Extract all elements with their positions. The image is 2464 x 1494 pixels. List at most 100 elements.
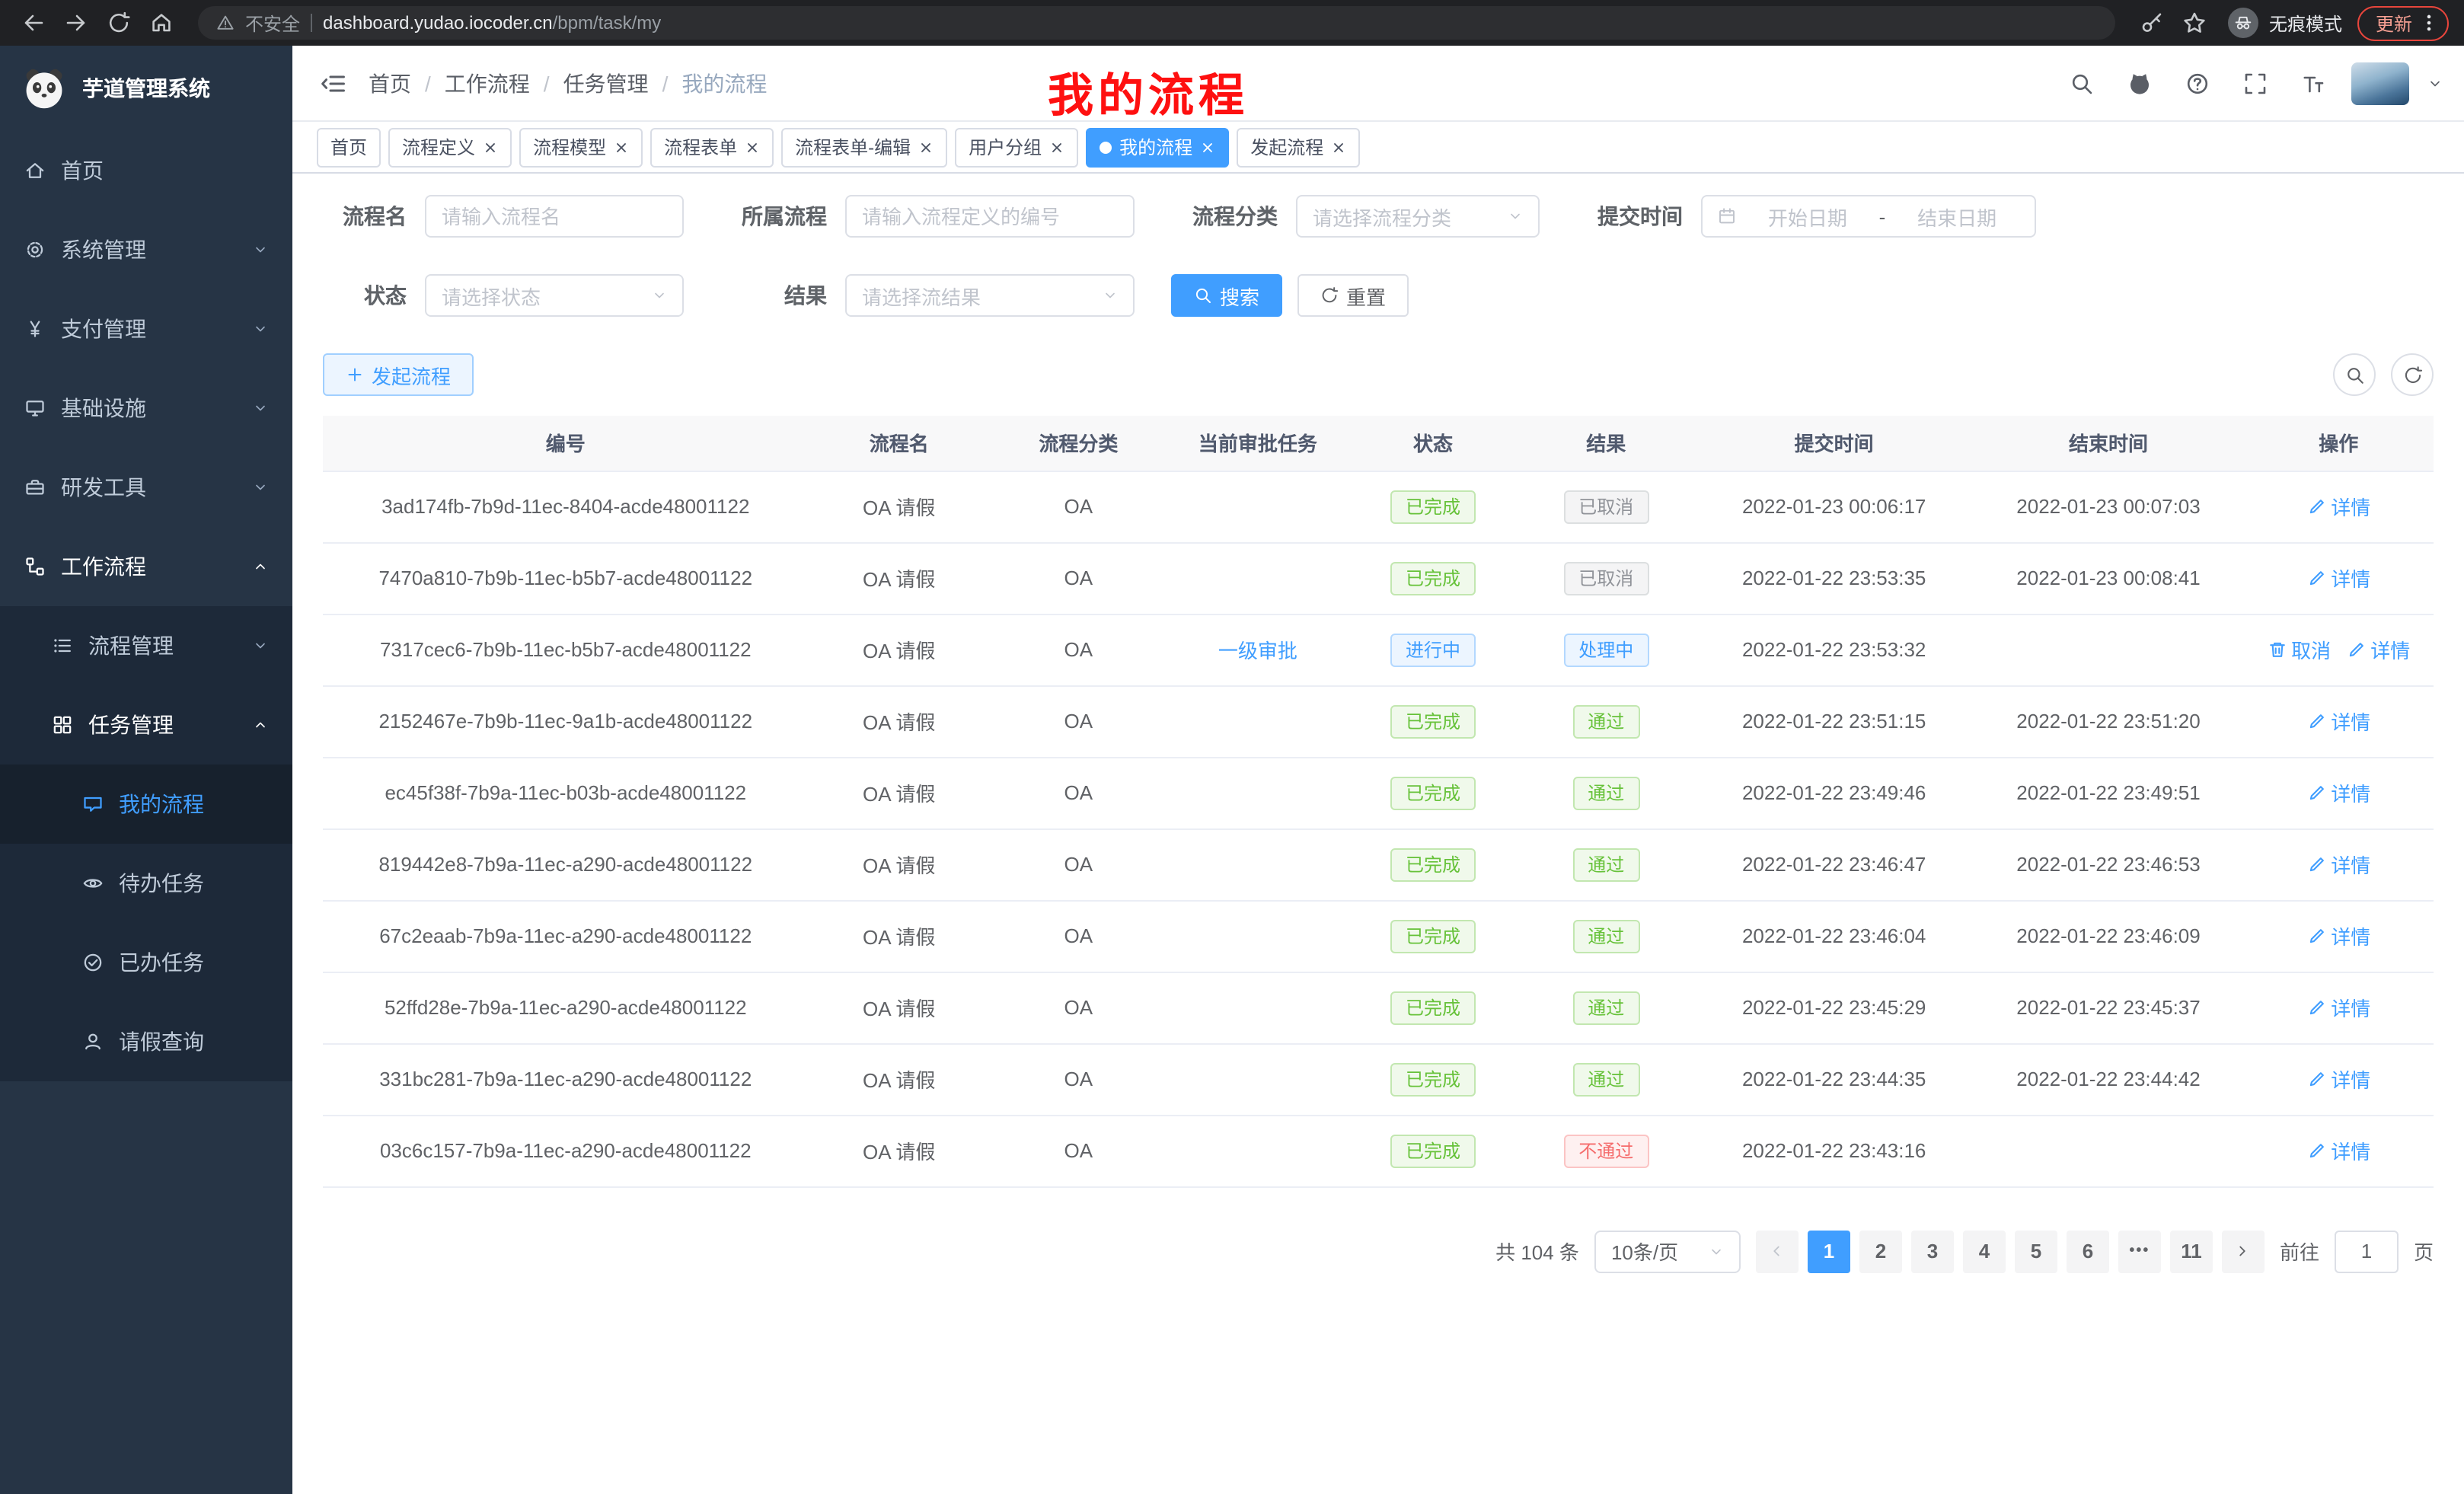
- cell-task: [1167, 1115, 1348, 1186]
- address-bar[interactable]: 不安全 dashboard.yudao.iocoder.cn/bpm/task/…: [198, 6, 2115, 40]
- result-select[interactable]: 请选择流结果: [845, 274, 1135, 317]
- browser-menu-icon[interactable]: [2418, 12, 2440, 34]
- status-placeholder: 请选择状态: [442, 281, 541, 310]
- sidebar-item-system[interactable]: 系统管理: [0, 210, 292, 289]
- chevron-up-icon: [253, 717, 268, 733]
- sidebar-toggle-button[interactable]: [314, 63, 353, 103]
- current-task-link[interactable]: 一级审批: [1218, 635, 1297, 664]
- tab-process-definition[interactable]: 流程定义: [388, 127, 512, 167]
- font-size-button[interactable]: [2293, 63, 2333, 103]
- sidebar-item-payment[interactable]: 支付管理: [0, 289, 292, 369]
- sidebar-item-my-process[interactable]: 我的流程: [0, 765, 292, 844]
- tab-user-group[interactable]: 用户分组: [955, 127, 1078, 167]
- page-button-1[interactable]: 1: [1808, 1230, 1850, 1272]
- close-icon[interactable]: [918, 139, 934, 155]
- breadcrumb-item[interactable]: 工作流程: [445, 68, 530, 98]
- cell-id: ec45f38f-7b9a-11ec-b03b-acde48001122: [323, 757, 809, 828]
- fullscreen-button[interactable]: [2236, 63, 2275, 103]
- reset-button[interactable]: 重置: [1297, 274, 1409, 317]
- cancel-button[interactable]: 取消: [2267, 635, 2331, 664]
- detail-button[interactable]: 详情: [2306, 778, 2370, 807]
- home-icon: [24, 160, 46, 181]
- status-select[interactable]: 请选择状态: [425, 274, 684, 317]
- close-icon[interactable]: [614, 139, 629, 155]
- sidebar-item-infrastructure[interactable]: 基础设施: [0, 369, 292, 448]
- detail-button[interactable]: 详情: [2306, 1065, 2370, 1093]
- detail-button[interactable]: 详情: [2306, 993, 2370, 1022]
- sidebar-item-home[interactable]: 首页: [0, 131, 292, 210]
- detail-button[interactable]: 详情: [2306, 1136, 2370, 1165]
- create-process-button[interactable]: 发起流程: [323, 353, 474, 396]
- sidebar-item-workflow[interactable]: 工作流程: [0, 527, 292, 606]
- pagination: 共 104 条 10条/页 123456•••11 前往 页: [323, 1230, 2434, 1272]
- page-button-4[interactable]: 4: [1963, 1230, 2006, 1272]
- tab-process-form-edit[interactable]: 流程表单-编辑: [781, 127, 947, 167]
- category-select[interactable]: 请选择流程分类: [1296, 195, 1540, 238]
- app-logo[interactable]: 芋道管理系统: [0, 46, 292, 131]
- close-icon[interactable]: [483, 139, 498, 155]
- cell-end-time: 2022-01-22 23:46:53: [1974, 828, 2244, 900]
- detail-button[interactable]: 详情: [2306, 707, 2370, 736]
- close-icon[interactable]: [1331, 139, 1346, 155]
- process-definition-input[interactable]: [845, 195, 1135, 238]
- close-icon[interactable]: [1049, 139, 1064, 155]
- cell-result: 不通过: [1518, 1115, 1695, 1186]
- tab-start-process[interactable]: 发起流程: [1237, 127, 1360, 167]
- bookmark-button[interactable]: [2176, 5, 2213, 41]
- goto-page-input[interactable]: [2335, 1230, 2399, 1272]
- breadcrumb-item[interactable]: 任务管理: [563, 68, 649, 98]
- help-button[interactable]: [2178, 63, 2217, 103]
- page-button-2[interactable]: 2: [1859, 1230, 1902, 1272]
- avatar[interactable]: [2351, 62, 2409, 104]
- github-button[interactable]: [2120, 63, 2159, 103]
- detail-button[interactable]: 详情: [2306, 850, 2370, 879]
- prev-page-button[interactable]: [1756, 1230, 1799, 1272]
- submit-time-range-picker[interactable]: 开始日期 - 结束日期: [1701, 195, 2036, 238]
- sidebar-item-process-mgmt[interactable]: 流程管理: [0, 606, 292, 685]
- close-icon[interactable]: [1200, 139, 1215, 155]
- detail-button[interactable]: 详情: [2306, 563, 2370, 592]
- close-icon[interactable]: [745, 139, 760, 155]
- cell-category: OA: [990, 1115, 1167, 1186]
- header-search-button[interactable]: [2062, 63, 2102, 103]
- tab-my-process[interactable]: 我的流程: [1086, 127, 1229, 167]
- browser-back-button[interactable]: [15, 5, 52, 41]
- next-page-button[interactable]: [2222, 1230, 2265, 1272]
- browser-forward-button[interactable]: [58, 5, 94, 41]
- incognito-label: 无痕模式: [2269, 10, 2342, 36]
- tab-process-form[interactable]: 流程表单: [650, 127, 774, 167]
- breadcrumb-item[interactable]: 首页: [369, 68, 411, 98]
- browser-update-button[interactable]: 更新: [2357, 5, 2449, 40]
- detail-button[interactable]: 详情: [2306, 492, 2370, 521]
- page-button-3[interactable]: 3: [1911, 1230, 1954, 1272]
- page-size-select[interactable]: 10条/页: [1594, 1230, 1741, 1272]
- more-pages-button[interactable]: •••: [2118, 1230, 2161, 1272]
- refresh-table-button[interactable]: [2391, 353, 2434, 396]
- sidebar-item-todo-task[interactable]: 待办任务: [0, 844, 292, 923]
- sidebar-item-leave-query[interactable]: 请假查询: [0, 1002, 292, 1081]
- sidebar-item-task-mgmt[interactable]: 任务管理: [0, 685, 292, 765]
- sidebar-item-done-task[interactable]: 已办任务: [0, 923, 292, 1002]
- password-manager-button[interactable]: [2134, 5, 2170, 41]
- page-button-5[interactable]: 5: [2015, 1230, 2057, 1272]
- sidebar-item-devtools[interactable]: 研发工具: [0, 448, 292, 527]
- page-button-11[interactable]: 11: [2170, 1230, 2213, 1272]
- incognito-icon: [2234, 14, 2252, 32]
- process-name-input[interactable]: [425, 195, 684, 238]
- detail-button[interactable]: 详情: [2306, 921, 2370, 950]
- search-button[interactable]: 搜索: [1171, 274, 1282, 317]
- cell-submit-time: 2022-01-22 23:53:35: [1695, 542, 1974, 614]
- detail-button[interactable]: 详情: [2346, 635, 2410, 664]
- cell-submit-time: 2022-01-22 23:51:15: [1695, 685, 1974, 757]
- page-button-6[interactable]: 6: [2067, 1230, 2109, 1272]
- chevron-down-icon[interactable]: [2427, 75, 2443, 91]
- browser-home-button[interactable]: [143, 5, 180, 41]
- cell-end-time: 2022-01-23 00:07:03: [1974, 471, 2244, 542]
- tab-process-model[interactable]: 流程模型: [519, 127, 643, 167]
- row-actions: 详情: [2249, 850, 2427, 879]
- cell-submit-time: 2022-01-22 23:45:29: [1695, 972, 1974, 1043]
- browser-reload-button[interactable]: [101, 5, 137, 41]
- tab-home[interactable]: 首页: [317, 127, 381, 167]
- toggle-search-button[interactable]: [2333, 353, 2376, 396]
- column-header: 结束时间: [1974, 416, 2244, 471]
